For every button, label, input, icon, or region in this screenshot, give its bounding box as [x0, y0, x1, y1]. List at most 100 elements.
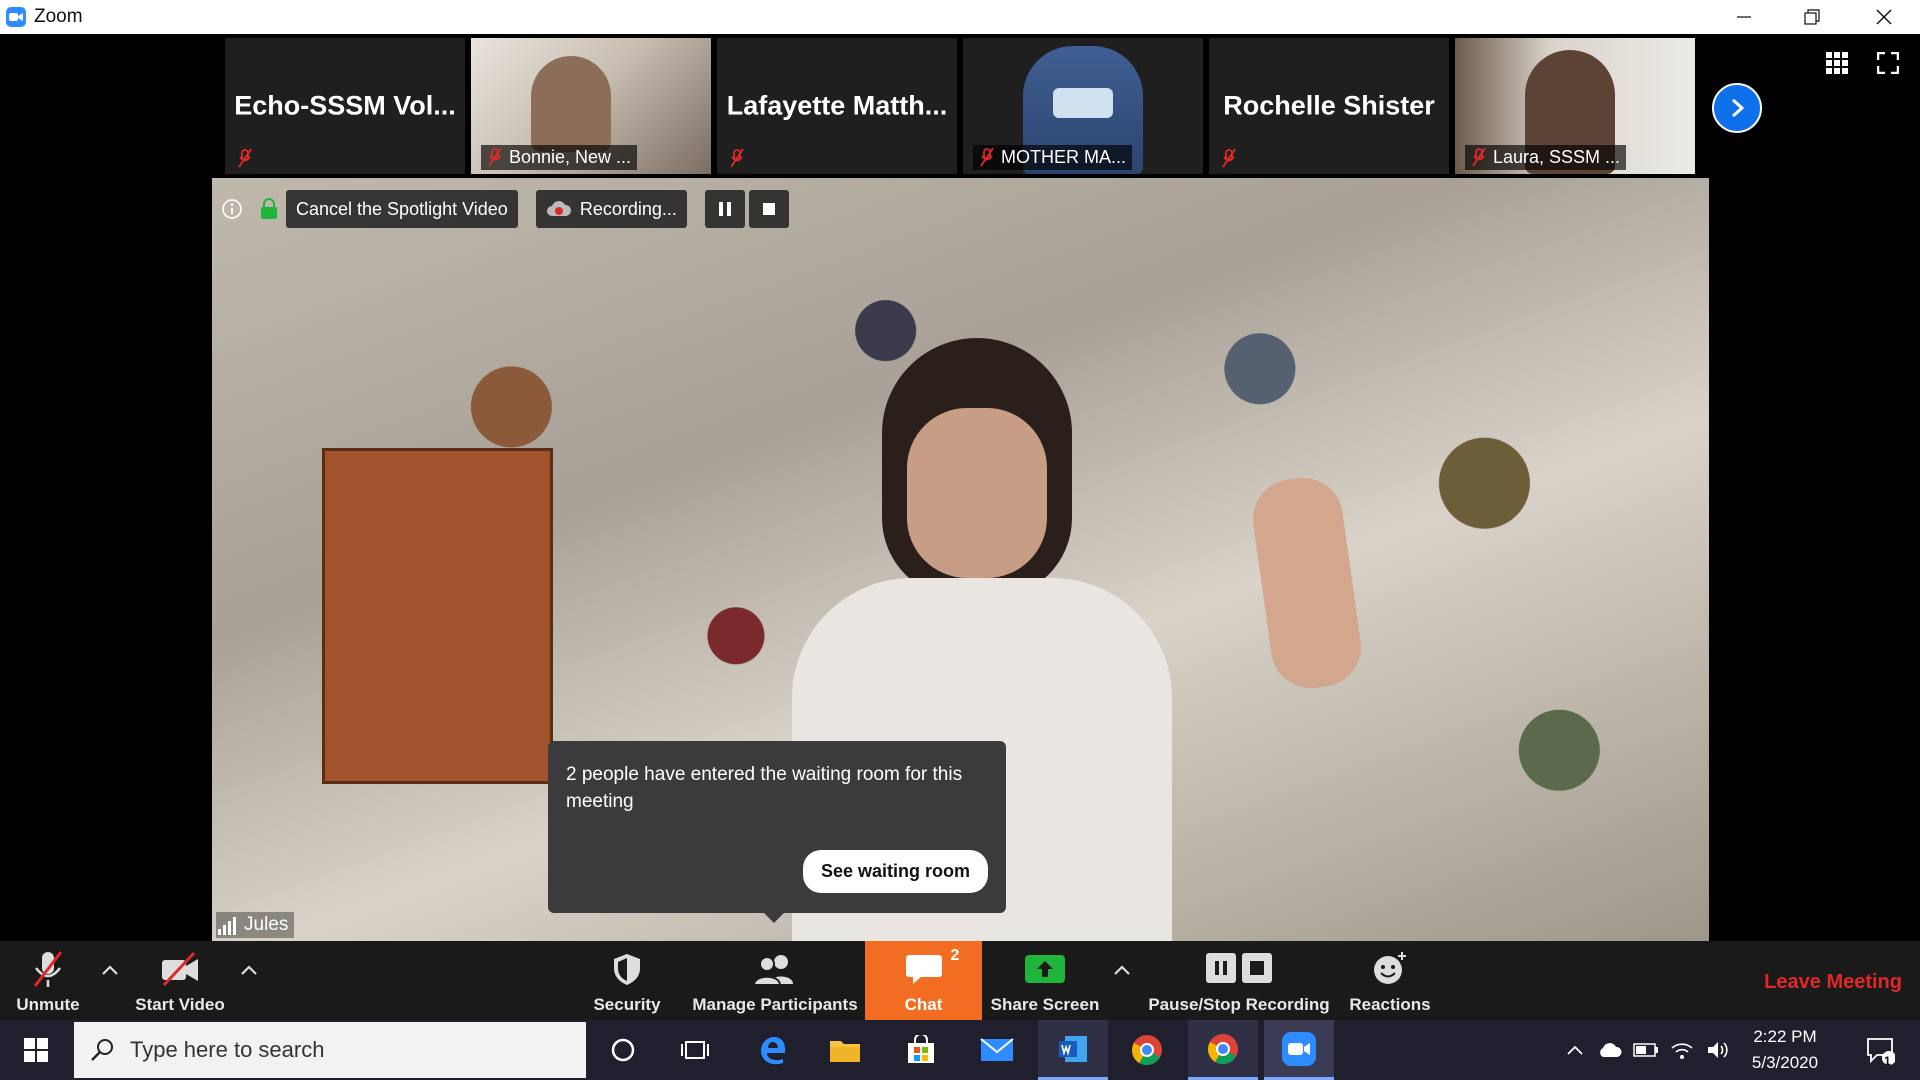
word-icon [1059, 1035, 1087, 1062]
show-hidden-icons-button[interactable] [1560, 1020, 1590, 1080]
folder-icon [830, 1041, 860, 1062]
info-icon [222, 199, 242, 219]
participant-name: Rochelle Shister [1223, 90, 1435, 121]
edge-browser-icon [761, 1037, 786, 1065]
video-options-caret[interactable] [240, 963, 258, 981]
wifi-tray-button[interactable] [1666, 1020, 1698, 1080]
participant-tile[interactable]: Laura, SSSM ... [1455, 38, 1695, 174]
share-options-caret[interactable] [1113, 963, 1131, 981]
taskbar-chrome-1[interactable] [1112, 1020, 1182, 1080]
task-view-button[interactable] [660, 1020, 730, 1080]
restore-button[interactable] [1784, 0, 1840, 34]
cloud-icon [1600, 1043, 1622, 1057]
mic-muted-icon [488, 147, 502, 167]
unmute-button[interactable]: Unmute [6, 941, 90, 1020]
mic-muted-icon [980, 147, 994, 167]
action-center-button[interactable]: 1 [1850, 1020, 1910, 1080]
pause-stop-recording-button[interactable]: Pause/Stop Recording [1146, 941, 1332, 1020]
cancel-spotlight-button[interactable]: Cancel the Spotlight Video [286, 190, 518, 228]
participant-tile[interactable]: Lafayette Matth... [717, 38, 957, 174]
mic-muted-icon [730, 148, 744, 168]
window-title-bar: Zoom [0, 0, 1920, 34]
close-window-button[interactable] [1856, 0, 1912, 34]
spotlight-name-label: Jules [216, 912, 295, 938]
notification-count: 1 [1884, 1054, 1891, 1068]
reactions-label: Reactions [1349, 995, 1431, 1014]
grid-icon [1826, 52, 1848, 74]
onedrive-tray-button[interactable] [1594, 1020, 1626, 1080]
waiting-room-message: 2 people have entered the waiting room f… [566, 764, 963, 812]
spotlight-overlay-bar: Cancel the Spotlight Video Recording... [212, 190, 789, 228]
clock-time: 2:22 PM [1753, 1027, 1817, 1046]
chevron-up-icon [241, 965, 257, 975]
taskbar-store[interactable] [886, 1020, 956, 1080]
next-page-button[interactable] [1712, 83, 1762, 133]
chevron-up-icon [1567, 1045, 1583, 1055]
search-icon [91, 1039, 113, 1061]
battery-tray-button[interactable] [1630, 1020, 1662, 1080]
pause-recording-button[interactable] [704, 190, 745, 228]
participant-tile[interactable]: Echo-SSSM Vol... [225, 38, 465, 174]
start-button[interactable] [0, 1020, 72, 1080]
chevron-up-icon [1114, 965, 1130, 975]
gallery-view-button[interactable] [1826, 52, 1848, 79]
chat-button[interactable]: 2 Chat [865, 941, 982, 1020]
participant-name: Echo-SSSM Vol... [234, 90, 456, 121]
chat-label: Chat [904, 995, 943, 1014]
shield-icon [612, 949, 642, 989]
taskbar-zoom[interactable] [1264, 1020, 1334, 1080]
taskbar-file-explorer[interactable] [810, 1020, 880, 1080]
participant-name: MOTHER MA... [1001, 147, 1126, 167]
participant-tile[interactable]: Rochelle Shister [1209, 38, 1449, 174]
taskbar-edge[interactable] [738, 1020, 808, 1080]
start-video-button[interactable]: Start Video [128, 941, 232, 1020]
battery-icon [1633, 1043, 1658, 1057]
signal-strength-icon [218, 917, 236, 935]
taskbar-search-box[interactable]: Type here to search [74, 1022, 586, 1078]
zoom-logo-icon [6, 7, 26, 27]
taskbar-mail[interactable] [962, 1020, 1032, 1080]
participant-video-mask [1053, 88, 1113, 118]
speaker-name: Jules [244, 914, 289, 935]
chat-bubble-icon: 2 [905, 947, 959, 989]
participant-tile[interactable]: MOTHER MA... [963, 38, 1203, 174]
share-screen-label: Share Screen [990, 995, 1100, 1014]
cortana-button[interactable] [588, 1020, 658, 1080]
fullscreen-icon [1876, 51, 1900, 75]
task-view-icon [681, 1041, 709, 1059]
waiting-room-notification: 2 people have entered the waiting room f… [548, 741, 1006, 923]
audio-options-caret[interactable] [101, 963, 119, 981]
popup-pointer [764, 913, 784, 923]
participant-tile[interactable]: Bonnie, New ... [471, 38, 711, 174]
security-label: Security [593, 995, 661, 1014]
video-off-icon [160, 949, 200, 989]
taskbar-word[interactable] [1038, 1020, 1108, 1080]
meeting-info-button[interactable] [212, 190, 252, 228]
participant-caption: Laura, SSSM ... [1465, 145, 1627, 170]
taskbar-clock[interactable]: 2:22 PM 5/3/2020 [1730, 1020, 1840, 1080]
cloud-recording-icon [546, 201, 571, 216]
participant-caption: Bonnie, New ... [481, 145, 638, 170]
search-placeholder: Type here to search [130, 1037, 325, 1062]
stop-recording-button[interactable] [748, 190, 789, 228]
encryption-indicator[interactable] [252, 190, 286, 228]
security-button[interactable]: Security [584, 941, 670, 1020]
participant-name: Bonnie, New ... [509, 147, 632, 167]
taskbar-chrome-2[interactable] [1188, 1020, 1258, 1080]
cancel-spotlight-label: Cancel the Spotlight Video [296, 198, 508, 219]
lock-icon [261, 198, 277, 219]
leave-meeting-button[interactable]: Leave Meeting [1764, 971, 1902, 994]
emoji-plus-icon [1372, 949, 1408, 989]
share-screen-button[interactable]: Share Screen [988, 941, 1102, 1020]
windows-logo-icon [24, 1038, 48, 1062]
see-waiting-room-button[interactable]: See waiting room [802, 850, 988, 893]
windows-taskbar: Type here to search 2:22 PM 5/3/2020 1 [0, 1020, 1920, 1080]
pause-stop-recording-label: Pause/Stop Recording [1148, 995, 1330, 1014]
manage-participants-button[interactable]: 161 Manage Participants [690, 941, 891, 1020]
minimize-button[interactable] [1716, 0, 1772, 34]
participant-name: Laura, SSSM ... [1493, 147, 1621, 167]
fullscreen-button[interactable] [1876, 51, 1900, 79]
clock-date: 5/3/2020 [1751, 1053, 1819, 1072]
chevron-right-icon [1732, 98, 1745, 118]
reactions-button[interactable]: Reactions [1346, 941, 1434, 1020]
